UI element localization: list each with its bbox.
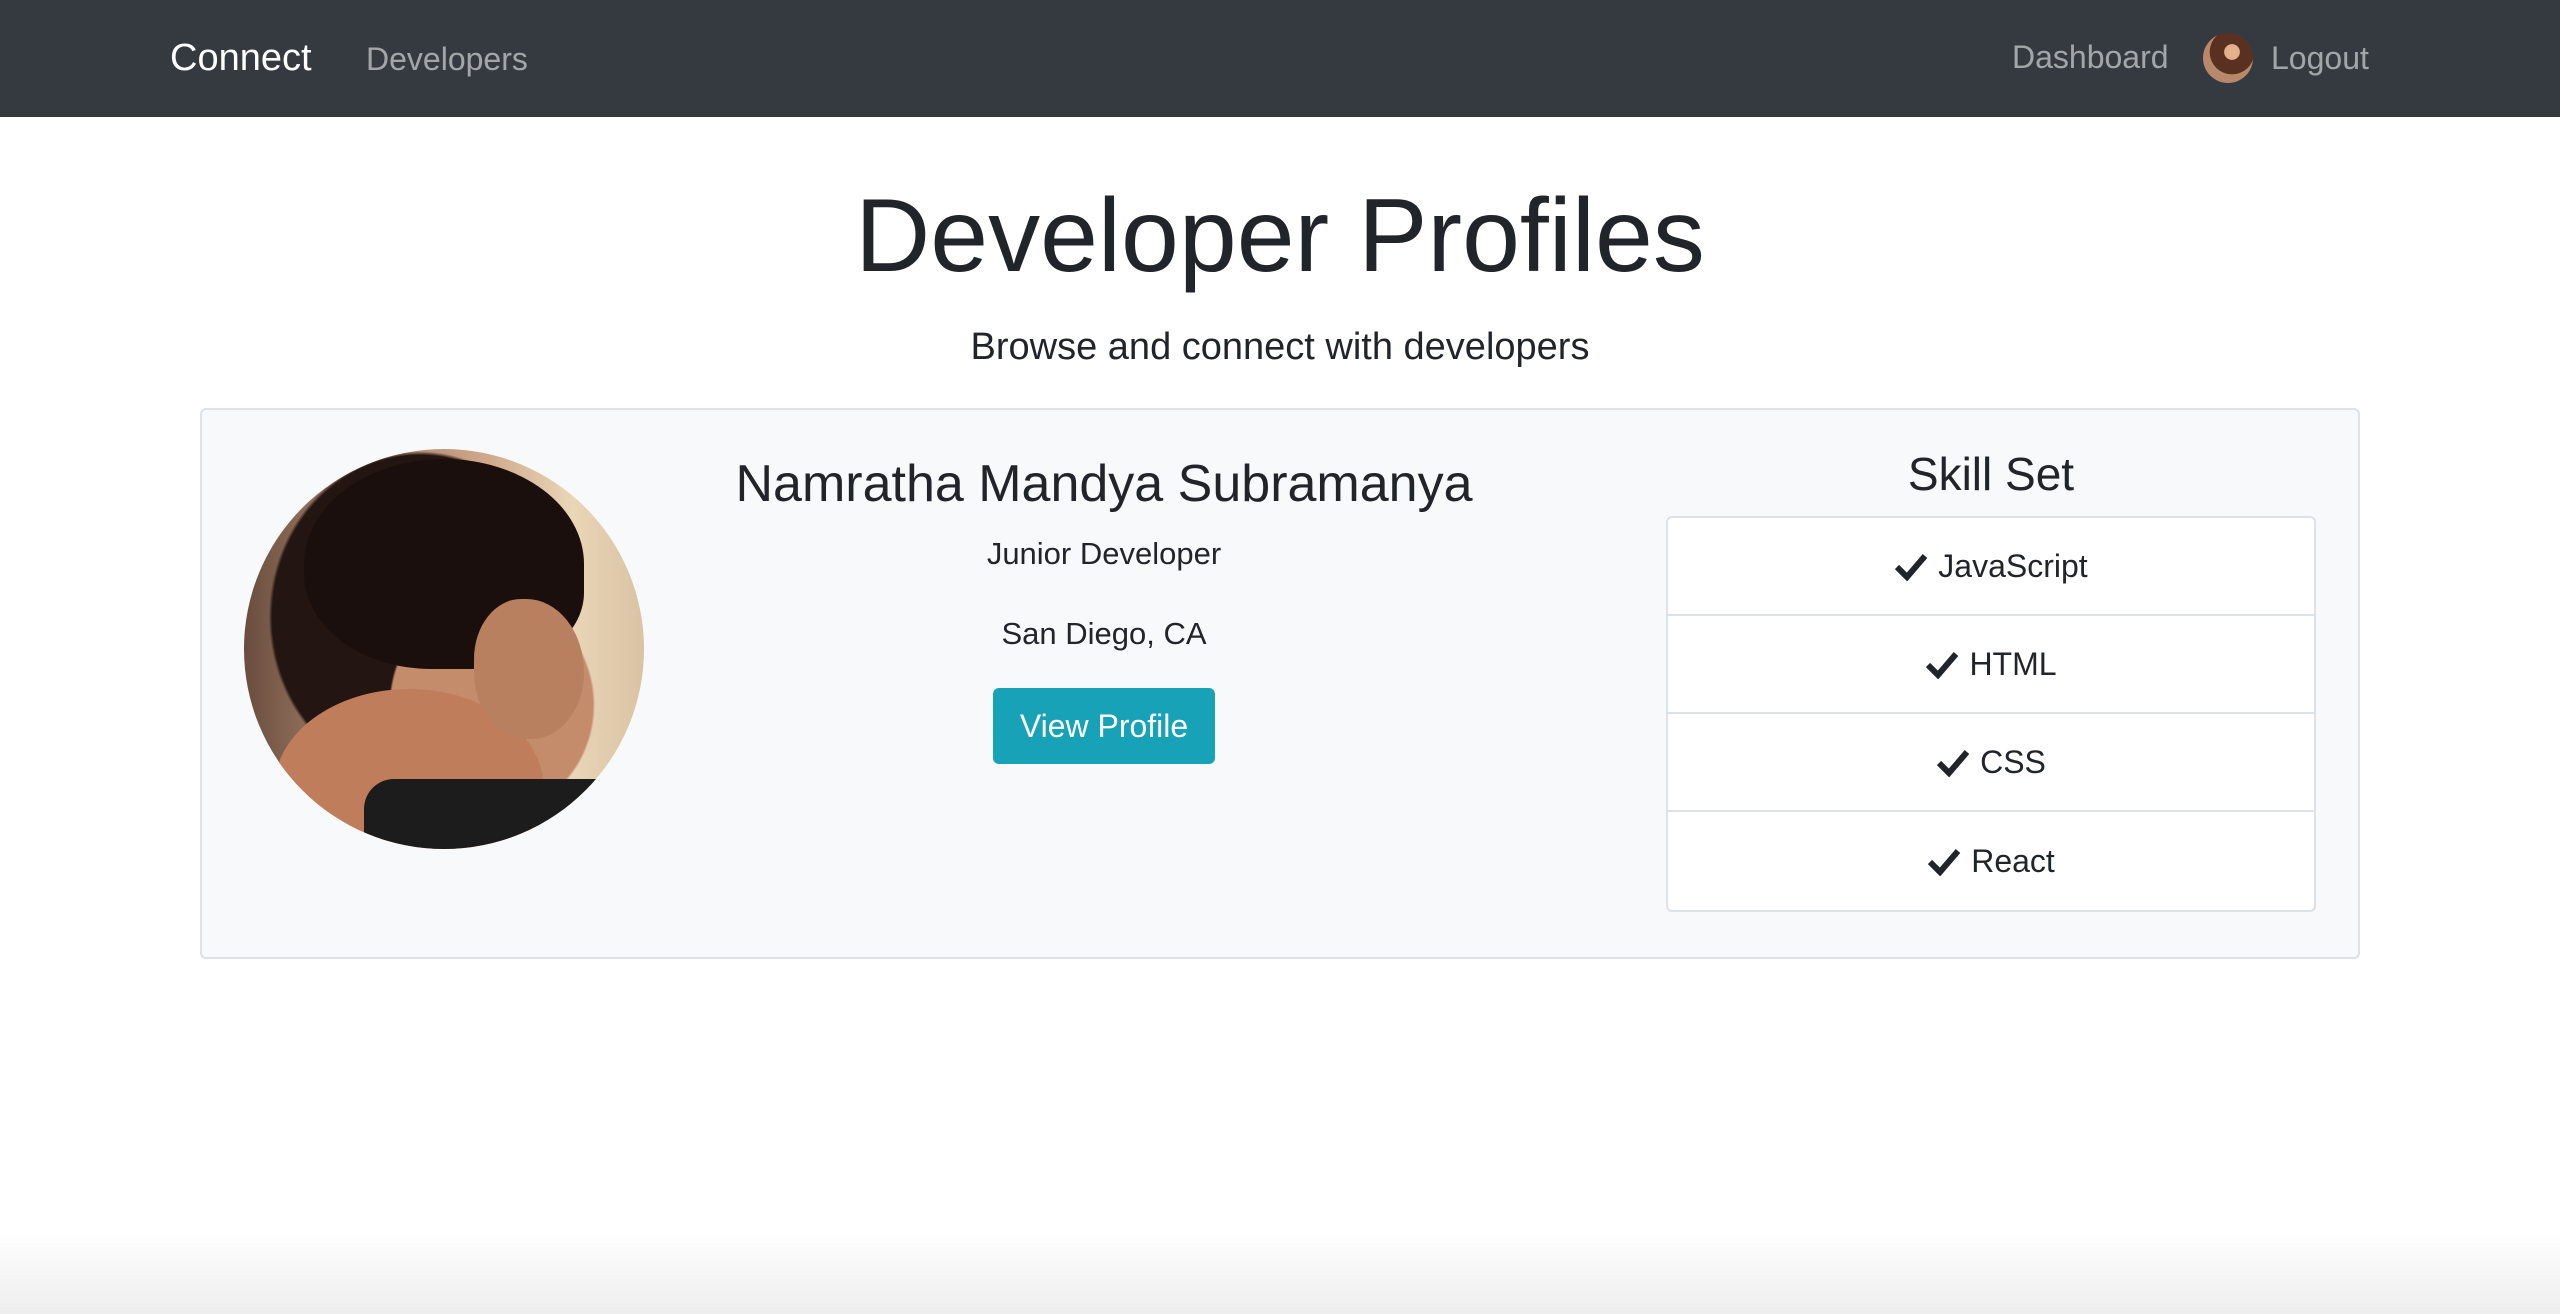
skill-item: JavaScript [1668, 518, 2314, 616]
page-title: Developer Profiles [855, 178, 1705, 294]
skill-list: JavaScript HTML CSS React [1666, 516, 2316, 912]
skill-label: React [1971, 842, 2055, 879]
skill-label: HTML [1969, 645, 2057, 682]
view-profile-button[interactable]: View Profile [992, 688, 1216, 764]
developer-profile-card: Namratha Mandya Subramanya Junior Develo… [200, 408, 2360, 959]
check-icon [1895, 554, 1928, 581]
bottom-shadow [0, 1230, 2560, 1314]
check-icon [1926, 652, 1959, 679]
nav-dashboard-link[interactable]: Dashboard [2012, 35, 2169, 79]
skill-item: React [1668, 812, 2314, 910]
profile-info: Namratha Mandya Subramanya Junior Develo… [674, 450, 1534, 764]
profile-status: Junior Developer [986, 536, 1222, 571]
nav-developers-link[interactable]: Developers [366, 37, 528, 81]
skill-item: HTML [1668, 616, 2314, 714]
profile-avatar [244, 449, 644, 849]
skill-item: CSS [1668, 714, 2314, 812]
nav-logout-link[interactable]: Logout [2203, 30, 2369, 86]
user-avatar [2203, 33, 2253, 83]
check-icon [1936, 750, 1970, 777]
page-subtitle: Browse and connect with developers [970, 326, 1590, 368]
check-icon [1928, 849, 1961, 876]
skill-label: JavaScript [1938, 547, 2088, 584]
profile-location: San Diego, CA [1001, 616, 1207, 651]
skill-set-title: Skill Set [1907, 448, 2075, 500]
top-navbar: Connect Developers Dashboard Logout [0, 0, 2560, 117]
profile-name: Namratha Mandya Subramanya [735, 455, 1473, 513]
skill-label: CSS [1980, 743, 2046, 780]
skill-set-panel: Skill Set JavaScript HTML CSS React [1666, 444, 2316, 912]
brand-logo-link[interactable]: Connect [170, 34, 312, 82]
logout-label: Logout [2271, 40, 2369, 76]
